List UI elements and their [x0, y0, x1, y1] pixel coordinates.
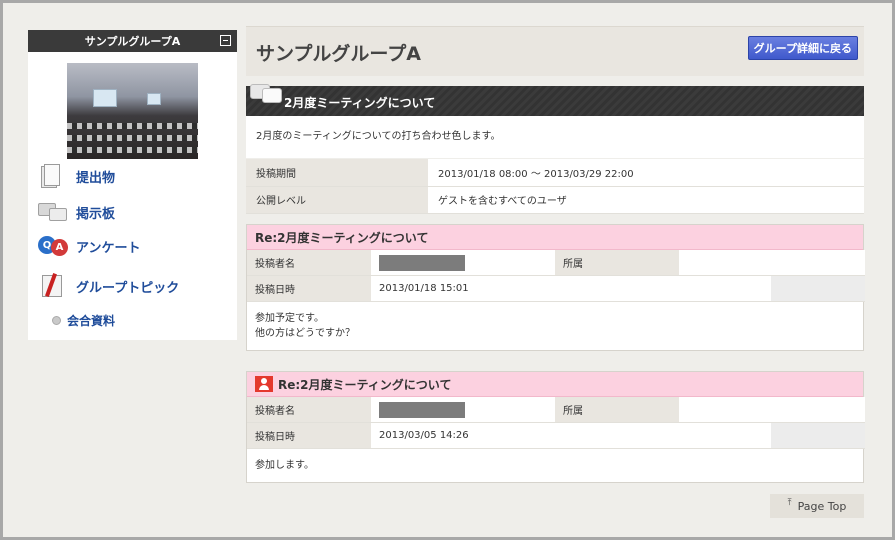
post-title-text: Re:2月度ミーティングについて — [255, 230, 429, 245]
back-to-group-button[interactable]: グループ詳細に戻る — [747, 36, 858, 60]
meta-spacer — [771, 250, 865, 276]
date-label: 投稿日時 — [247, 276, 371, 302]
meta-spacer — [555, 276, 679, 302]
nav-item-label: グループトピック — [76, 280, 180, 296]
reply-post: Re:2月度ミーティングについて 投稿者名 所属 投稿日時 2013/03/05… — [246, 371, 865, 483]
sub-item-label: 会合資料 — [67, 314, 116, 328]
affiliation-value — [679, 397, 771, 423]
post-body-line: 他の方はどうですか？ — [255, 328, 355, 339]
redacted-author — [379, 401, 465, 418]
chat-bubble-icon — [250, 84, 284, 106]
arrow-up-icon: ⤒ — [787, 498, 792, 508]
post-body: 参加します。 — [247, 449, 863, 482]
post-meta: 投稿者名 所属 投稿日時 2013/01/18 15:01 — [247, 250, 865, 302]
page-header: サンプルグループA グループ詳細に戻る — [246, 26, 864, 76]
topic-info-table: 投稿期間 2013/01/18 08:00 〜 2013/03/29 22:00… — [246, 159, 864, 214]
nav-item-submissions[interactable]: 提出物 — [38, 162, 228, 190]
topic-icon — [38, 273, 68, 299]
bullet-icon — [52, 316, 61, 325]
table-row: 投稿期間 2013/01/18 08:00 〜 2013/03/29 22:00 — [246, 159, 864, 187]
sub-item-meeting-materials[interactable]: 会合資料 — [52, 312, 115, 329]
affiliation-value — [679, 250, 771, 276]
topic-title: 2月度ミーティングについて — [284, 96, 436, 110]
nav-item-group-topic[interactable]: グループトピック — [38, 272, 228, 300]
page-top-label: Page Top — [797, 499, 847, 513]
meta-spacer — [555, 423, 679, 449]
affiliation-label: 所属 — [555, 397, 679, 423]
page-top-button[interactable]: ⤒ Page Top — [770, 494, 864, 518]
nav-item-survey[interactable]: QA アンケート — [38, 232, 228, 260]
nav-item-board[interactable]: 掲示板 — [38, 198, 228, 226]
author-value — [371, 397, 555, 423]
meta-spacer — [771, 276, 865, 302]
sidebar-header: サンプルグループA — [28, 30, 237, 52]
board-icon — [38, 199, 68, 225]
author-value — [371, 250, 555, 276]
nav-item-label: 掲示板 — [76, 206, 116, 222]
collapse-icon[interactable] — [220, 35, 231, 46]
affiliation-label: 所属 — [555, 250, 679, 276]
meta-spacer — [679, 276, 771, 302]
nav-item-label: アンケート — [76, 240, 141, 256]
post-body: 参加予定です。 他の方はどうですか？ — [247, 302, 863, 350]
document-icon — [38, 163, 68, 189]
post-date: 2013/01/18 15:01 — [371, 276, 555, 302]
post-body-line: 参加予定です。 — [255, 313, 324, 324]
info-label: 公開レベル — [246, 186, 428, 214]
post-body-line: 参加します。 — [255, 460, 314, 471]
meta-spacer — [771, 397, 865, 423]
info-label: 投稿期間 — [246, 159, 428, 187]
post-date: 2013/03/05 14:26 — [371, 423, 555, 449]
group-photo — [67, 63, 198, 159]
info-value: 2013/01/18 08:00 〜 2013/03/29 22:00 — [428, 159, 864, 187]
author-label: 投稿者名 — [247, 250, 371, 276]
nav-item-label: 提出物 — [76, 170, 116, 186]
qa-icon: QA — [38, 233, 68, 259]
redacted-author — [379, 254, 465, 271]
topic-description: 2月度のミーティングについての打ち合わせ色します。 — [246, 116, 864, 158]
meta-spacer — [679, 423, 771, 449]
user-icon — [255, 376, 273, 392]
table-row: 公開レベル ゲストを含むすべてのユーザ — [246, 186, 864, 214]
author-label: 投稿者名 — [247, 397, 371, 423]
date-label: 投稿日時 — [247, 423, 371, 449]
page-title: サンプルグループA — [256, 43, 421, 65]
post-title-text: Re:2月度ミーティングについて — [278, 377, 452, 392]
post-title: Re:2月度ミーティングについて — [247, 225, 863, 250]
sidebar-group-name: サンプルグループA — [84, 35, 181, 48]
post-meta: 投稿者名 所属 投稿日時 2013/03/05 14:26 — [247, 397, 865, 449]
sidebar: サンプルグループA 提出物 掲示板 QA アンケート グループトピック 会合資料 — [28, 30, 237, 340]
meta-spacer — [771, 423, 865, 449]
reply-post: Re:2月度ミーティングについて 投稿者名 所属 投稿日時 2013/01/18… — [246, 224, 865, 351]
info-value: ゲストを含むすべてのユーザ — [428, 186, 864, 214]
topic-title-bar: 2月度ミーティングについて — [246, 84, 864, 116]
post-title: Re:2月度ミーティングについて — [247, 372, 863, 397]
